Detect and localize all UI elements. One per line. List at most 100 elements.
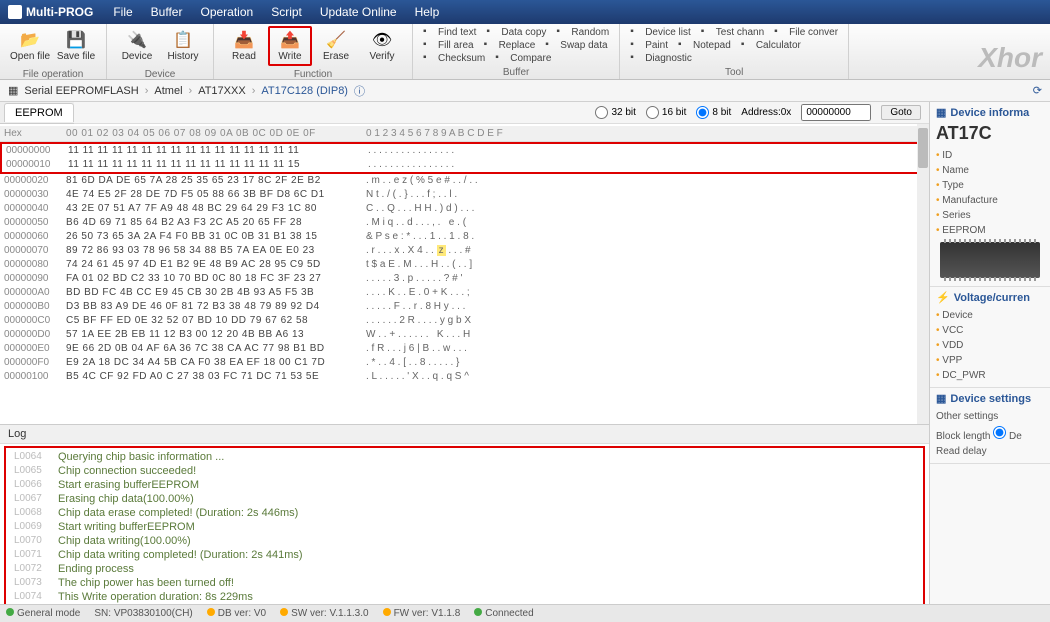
bit-8bit[interactable]: 8 bit — [696, 106, 731, 119]
hex-bytes[interactable]: C5 BF FF ED 0E 32 52 07 BD 10 DD 79 67 6… — [62, 314, 362, 328]
hex-row[interactable]: 0000001011 11 11 11 11 11 11 11 11 11 11… — [2, 158, 927, 172]
tool-paint[interactable]: ▪Paint — [630, 39, 668, 51]
hex-row[interactable]: 000000E09E 66 2D 0B 04 AF 6A 36 7C 38 CA… — [0, 342, 929, 356]
crumb-2[interactable]: AT17XXX — [198, 85, 246, 97]
hex-row[interactable]: 0000000011 11 11 11 11 11 11 11 11 11 11… — [2, 144, 927, 158]
hex-bytes[interactable]: B6 4D 69 71 85 64 B2 A3 F3 2C A5 20 65 F… — [62, 216, 362, 230]
hex-ascii[interactable]: . * . . 4 . [ . . 8 . . . . . } — [362, 356, 463, 370]
hex-row[interactable]: 000000A0BD BD FC 4B CC E9 45 CB 30 2B 4B… — [0, 286, 929, 300]
hex-ascii[interactable]: . . . . . . . . . . . . . . . . — [364, 144, 458, 158]
hex-bytes[interactable]: 4E 74 E5 2F 28 DE 7D F5 05 88 66 3B BF D… — [62, 188, 362, 202]
hex-bytes[interactable]: 43 2E 07 51 A7 7F A9 48 48 BC 29 64 29 F… — [62, 202, 362, 216]
device-button[interactable]: 🔌Device — [115, 26, 159, 66]
other-settings[interactable]: Other settings — [936, 409, 1044, 424]
hex-bytes[interactable]: D3 BB 83 A9 DE 46 0F 81 72 B3 38 48 79 8… — [62, 300, 362, 314]
tab-eeprom[interactable]: EEPROM — [4, 103, 74, 122]
tool-data-copy[interactable]: ▪Data copy — [486, 26, 546, 38]
tool-random[interactable]: ▪Random — [556, 26, 609, 38]
hex-ascii[interactable]: & P s e : * . . . 1 . . 1 . 8 . — [362, 230, 478, 244]
hex-bytes[interactable]: 57 1A EE 2B EB 11 12 B3 00 12 20 4B BB A… — [62, 328, 362, 342]
crumb-1[interactable]: Atmel — [154, 85, 182, 97]
hex-ascii[interactable]: . . . . . . . . . . . . . . . . — [364, 158, 458, 172]
crumb-current[interactable]: AT17C128 (DIP8) — [261, 85, 348, 97]
bit-32bit[interactable]: 32 bit — [595, 106, 635, 119]
tool-file-conver[interactable]: ▪File conver — [774, 26, 838, 38]
hex-ascii[interactable]: . . . . . 3 . p . . . . . ? # ' — [362, 272, 466, 286]
hex-row[interactable]: 0000002081 6D DA DE 65 7A 28 25 35 65 23… — [0, 174, 929, 188]
tool-checksum[interactable]: ▪Checksum — [423, 52, 485, 64]
hex-row[interactable]: 0000008074 24 61 45 97 4D E1 B2 9E 48 B9… — [0, 258, 929, 272]
hex-bytes[interactable]: 26 50 73 65 3A 2A F4 F0 BB 31 0C 0B 31 B… — [62, 230, 362, 244]
bit-16bit[interactable]: 16 bit — [646, 106, 686, 119]
read-button[interactable]: 📥Read — [222, 26, 266, 66]
hex-caret[interactable]: z — [437, 245, 446, 256]
tool-fill-area[interactable]: ▪Fill area — [423, 39, 474, 51]
hex-row[interactable]: 00000100B5 4C CF 92 FD A0 C 27 38 03 FC … — [0, 370, 929, 384]
block-radio[interactable] — [993, 426, 1006, 439]
bit-radio[interactable] — [696, 106, 709, 119]
hex-bytes[interactable]: 9E 66 2D 0B 04 AF 6A 36 7C 38 CA AC 77 9… — [62, 342, 362, 356]
menu-file[interactable]: File — [113, 5, 132, 19]
write-button[interactable]: 📤Write — [268, 26, 312, 66]
goto-button[interactable]: Goto — [881, 105, 921, 120]
hex-row[interactable]: 00000090FA 01 02 BD C2 33 10 70 BD 0C 80… — [0, 272, 929, 286]
read-delay[interactable]: Read delay — [936, 444, 1044, 459]
hex-ascii[interactable]: . . . . . . 2 R . . . . y g b X — [362, 314, 475, 328]
tool-find-text[interactable]: ▪Find text — [423, 26, 476, 38]
block-length[interactable]: Block length De — [936, 424, 1044, 444]
bit-radio[interactable] — [595, 106, 608, 119]
tool-swap-data[interactable]: ▪Swap data — [545, 39, 607, 51]
menu-help[interactable]: Help — [415, 5, 440, 19]
tool-replace[interactable]: ▪Replace — [484, 39, 536, 51]
hex-bytes[interactable]: 81 6D DA DE 65 7A 28 25 35 65 23 17 8C 2… — [62, 174, 362, 188]
hex-bytes[interactable]: BD BD FC 4B CC E9 45 CB 30 2B 4B 93 A5 F… — [62, 286, 362, 300]
tool-test-chann[interactable]: ▪Test chann — [701, 26, 764, 38]
menu-update-online[interactable]: Update Online — [320, 5, 397, 19]
hex-row[interactable]: 000000F0E9 2A 18 DC 34 A4 5B CA F0 38 EA… — [0, 356, 929, 370]
hex-ascii[interactable]: . . . . . F . . r . 8 H y . . . — [362, 300, 469, 314]
tool-compare[interactable]: ▪Compare — [495, 52, 551, 64]
refresh-icon[interactable]: ⟳ — [1033, 84, 1042, 97]
hex-ascii[interactable]: t $ a E . M . . . H . . ( . . ] — [362, 258, 476, 272]
tool-calculator[interactable]: ▪Calculator — [741, 39, 801, 51]
tool-diagnostic[interactable]: ▪Diagnostic — [630, 52, 692, 64]
hex-ascii[interactable]: . . . . K . . E . 0 + K . . . ; — [362, 286, 474, 300]
hex-ascii[interactable]: . m . . e z ( % 5 e # . . / . . — [362, 174, 482, 188]
hex-bytes[interactable]: 89 72 86 93 03 78 96 58 34 88 B5 7A EA 0… — [62, 244, 362, 258]
save-file-button[interactable]: 💾Save file — [54, 26, 98, 66]
log-body[interactable]: L0064Querying chip basic information ...… — [0, 444, 929, 604]
tool-device-list[interactable]: ▪Device list — [630, 26, 691, 38]
hex-bytes[interactable]: 11 11 11 11 11 11 11 11 11 11 11 11 11 1… — [64, 158, 364, 172]
hex-ascii[interactable]: . L . . . . . ' X . . q . q S ^ — [362, 370, 473, 384]
hex-view[interactable]: Hex00 01 02 03 04 05 06 07 08 09 0A 0B 0… — [0, 124, 929, 424]
hex-scrollbar[interactable] — [917, 124, 929, 424]
hex-ascii[interactable]: N t . / ( . } . . . f ; . . l . — [362, 188, 461, 202]
hex-ascii[interactable]: . f R . . . j 6 | B . . w . . . — [362, 342, 471, 356]
hex-row[interactable]: 000000D057 1A EE 2B EB 11 12 B3 00 12 20… — [0, 328, 929, 342]
hex-ascii[interactable]: C . . Q . . . H H . ) d ) . . . — [362, 202, 478, 216]
bit-radio[interactable] — [646, 106, 659, 119]
open-file-button[interactable]: 📂Open file — [8, 26, 52, 66]
hex-row[interactable]: 0000004043 2E 07 51 A7 7F A9 48 48 BC 29… — [0, 202, 929, 216]
info-icon[interactable]: ⓘ — [354, 83, 365, 99]
hex-ascii[interactable]: . M i q . . d . . . , . e . ( — [362, 216, 470, 230]
hex-row[interactable]: 000000C0C5 BF FF ED 0E 32 52 07 BD 10 DD… — [0, 314, 929, 328]
erase-button[interactable]: 🧹Erase — [314, 26, 358, 66]
hex-ascii[interactable]: W . . + . . . . . . K . . . H — [362, 328, 474, 342]
history-button[interactable]: 📋History — [161, 26, 205, 66]
hex-ascii[interactable]: . r . . . x . X 4 . . z . . . # — [362, 244, 475, 258]
tool-notepad[interactable]: ▪Notepad — [678, 39, 731, 51]
hex-bytes[interactable]: E9 2A 18 DC 34 A4 5B CA F0 38 EA EF 18 0… — [62, 356, 362, 370]
hex-row[interactable]: 0000006026 50 73 65 3A 2A F4 F0 BB 31 0C… — [0, 230, 929, 244]
address-input[interactable] — [801, 104, 871, 121]
hex-bytes[interactable]: FA 01 02 BD C2 33 10 70 BD 0C 80 18 FC 3… — [62, 272, 362, 286]
hex-row[interactable]: 000000304E 74 E5 2F 28 DE 7D F5 05 88 66… — [0, 188, 929, 202]
verify-button[interactable]: 👁Verify — [360, 26, 404, 66]
menu-buffer[interactable]: Buffer — [151, 5, 183, 19]
hex-row[interactable]: 0000007089 72 86 93 03 78 96 58 34 88 B5… — [0, 244, 929, 258]
menu-script[interactable]: Script — [271, 5, 302, 19]
menu-operation[interactable]: Operation — [200, 5, 253, 19]
hex-bytes[interactable]: B5 4C CF 92 FD A0 C 27 38 03 FC 71 DC 71… — [62, 370, 362, 384]
hex-row[interactable]: 000000B0D3 BB 83 A9 DE 46 0F 81 72 B3 38… — [0, 300, 929, 314]
hex-bytes[interactable]: 11 11 11 11 11 11 11 11 11 11 11 11 11 1… — [64, 144, 364, 158]
